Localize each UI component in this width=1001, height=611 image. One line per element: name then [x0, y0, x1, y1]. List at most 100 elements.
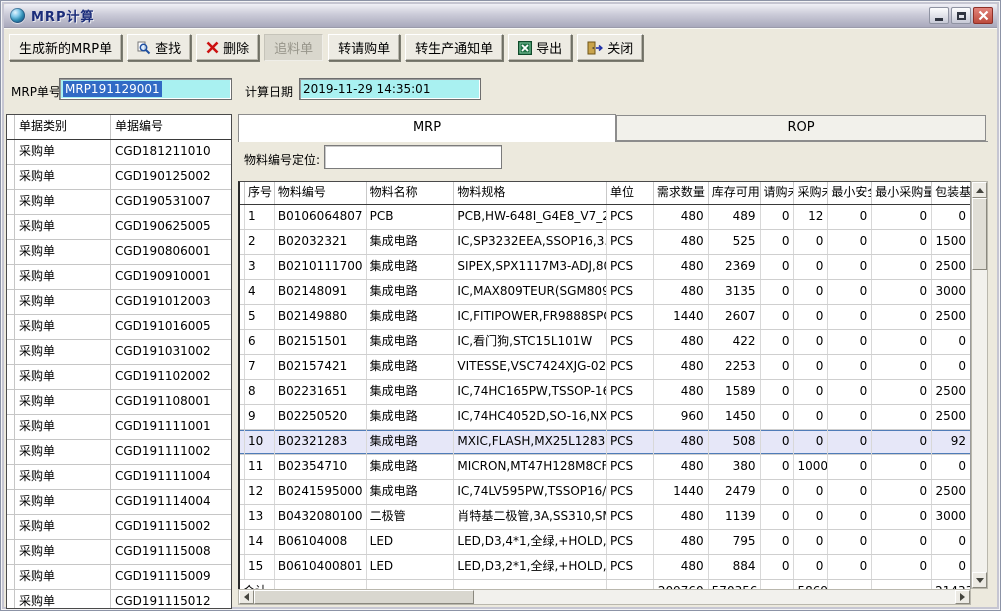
order-row[interactable]: 采购单CGD191108001: [7, 390, 231, 415]
grid-cell: 0: [794, 480, 828, 504]
table-row[interactable]: 1B0106064807PCBPCB,HW-648I_G4E8_V7_2PCS4…: [240, 205, 970, 230]
grid-cell: 0: [761, 230, 795, 254]
grid-header-cell[interactable]: 物料名称: [367, 182, 455, 204]
grid-cell: LED: [367, 530, 455, 554]
order-no-cell: CGD191102002: [111, 365, 229, 389]
order-type-cell: 采购单: [15, 265, 111, 289]
grid-header-cell[interactable]: 最小安全量: [828, 182, 872, 204]
grid-header-cell[interactable]: 请购未到: [761, 182, 795, 204]
export-button[interactable]: 导出: [508, 34, 572, 61]
grid-cell: 0: [872, 330, 932, 354]
grid-cell: 集成电路: [367, 355, 455, 379]
grid-cell: PCB,HW-648I_G4E8_V7_2: [454, 205, 607, 229]
generate-new-mrp-button[interactable]: 生成新的MRP单: [9, 34, 122, 61]
grid-header-cell[interactable]: 最小采购量: [872, 182, 932, 204]
minimize-button[interactable]: [929, 7, 949, 24]
order-row[interactable]: 采购单CGD191115012: [7, 590, 231, 609]
grid-cell: 0: [828, 230, 872, 254]
scroll-right-button[interactable]: [955, 590, 970, 604]
chase-material-button: 追料单: [264, 34, 323, 61]
order-row[interactable]: 采购单CGD191016005: [7, 315, 231, 340]
horizontal-scroll-thumb[interactable]: [254, 590, 474, 604]
calc-date-input[interactable]: 2019-11-29 14:35:01: [299, 78, 481, 100]
mrp-no-input[interactable]: MRP191129001: [59, 78, 232, 100]
order-row[interactable]: 采购单CGD191111004: [7, 465, 231, 490]
to-purchase-request-button[interactable]: 转请购单: [328, 34, 400, 61]
order-row[interactable]: 采购单CGD190806001: [7, 240, 231, 265]
table-row[interactable]: 12B0241595000集成电路IC,74LV595PW,TSSOP16/7P…: [240, 480, 970, 505]
order-row[interactable]: 采购单CGD191114004: [7, 490, 231, 515]
grid-cell: 0: [761, 555, 795, 579]
table-row[interactable]: 6B02151501集成电路IC,看门狗,STC15L101WPCS480422…: [240, 330, 970, 355]
grid-header-cell[interactable]: 物料规格: [454, 182, 607, 204]
grid-cell: 480: [654, 380, 709, 404]
order-row[interactable]: 采购单CGD191031002: [7, 340, 231, 365]
grid-cell: 214330: [932, 580, 970, 589]
table-row[interactable]: 9B02250520集成电路IC,74HC4052D,SO-16,NXPPCS9…: [240, 405, 970, 430]
grid-cell: 0: [872, 455, 932, 479]
scroll-down-button[interactable]: [972, 572, 987, 588]
order-row[interactable]: 采购单CGD191111002: [7, 440, 231, 465]
table-row[interactable]: 14B06104008LEDLED,D3,4*1,全绿,+HOLD,DPCS48…: [240, 530, 970, 555]
order-row[interactable]: 采购单CGD190125002: [7, 165, 231, 190]
table-row[interactable]: 7B02157421集成电路VITESSE,VSC7424XJG-02,PCS4…: [240, 355, 970, 380]
grid-cell: 0: [761, 280, 795, 304]
grid-header-cell[interactable]: 单位: [607, 182, 654, 204]
grid-cell: 1139: [709, 505, 761, 529]
grid-cell: 0: [794, 505, 828, 529]
to-production-notice-button[interactable]: 转生产通知单: [405, 34, 503, 61]
order-row[interactable]: 采购单CGD191012003: [7, 290, 231, 315]
material-locator-input[interactable]: [324, 145, 502, 169]
table-row[interactable]: 10B02321283集成电路MXIC,FLASH,MX25L12835FPCS…: [240, 430, 970, 455]
horizontal-scrollbar[interactable]: [238, 589, 971, 605]
window-title: MRP计算: [31, 6, 94, 25]
order-row[interactable]: 采购单CGD191115009: [7, 565, 231, 590]
scroll-left-button[interactable]: [239, 590, 254, 604]
order-row[interactable]: 采购单CGD191115008: [7, 540, 231, 565]
order-row[interactable]: 采购单CGD191102002: [7, 365, 231, 390]
grid-cell: 集成电路: [367, 480, 455, 504]
order-no-cell: CGD191115002: [111, 515, 229, 539]
grid-header-cell[interactable]: 物料编号: [275, 182, 367, 204]
grid-header-cell[interactable]: 库存可用量: [709, 182, 761, 204]
table-row[interactable]: 13B0432080100二极管肖特基二极管,3A,SS310,SMPCS480…: [240, 505, 970, 530]
close-window-button[interactable]: 关闭: [577, 34, 643, 61]
scroll-up-button[interactable]: [972, 182, 987, 198]
grid-cell: PCS: [607, 530, 654, 554]
grid-cell: 0: [794, 380, 828, 404]
tab-mrp[interactable]: MRP: [238, 114, 616, 142]
grid-header-cell[interactable]: 序号: [245, 182, 275, 204]
table-row[interactable]: 2B02032321集成电路IC,SP3232EEA,SSOP16,3.0PCS…: [240, 230, 970, 255]
order-row[interactable]: 采购单CGD190531007: [7, 190, 231, 215]
table-row[interactable]: 15B0610400801LEDLED,D3,2*1,全绿,+HOLD,DPCS…: [240, 555, 970, 580]
grid-cell: [761, 580, 795, 589]
table-row[interactable]: 11B02354710集成电路MICRON,MT47H128M8CF-PCS48…: [240, 455, 970, 480]
grid-header-cell[interactable]: 采购未到: [794, 182, 828, 204]
grid-cell: 0: [761, 255, 795, 279]
order-list-panel: 单据类别 单据编号 采购单CGD181211010采购单CGD190125002…: [6, 114, 232, 609]
close-button[interactable]: [973, 7, 993, 24]
vertical-scrollbar[interactable]: [971, 181, 988, 589]
order-row[interactable]: 采购单CGD190625005: [7, 215, 231, 240]
table-row[interactable]: 3B0210111700集成电路SIPEX,SPX1117M3-ADJ,80PC…: [240, 255, 970, 280]
grid-cell: 525: [709, 230, 761, 254]
order-row[interactable]: 采购单CGD181211010: [7, 140, 231, 165]
grid-cell: 1440: [654, 305, 709, 329]
grid-header-cell[interactable]: 需求数量: [654, 182, 709, 204]
vertical-scroll-thumb[interactable]: [972, 198, 987, 270]
order-row[interactable]: 采购单CGD190910001: [7, 265, 231, 290]
find-button[interactable]: 查找: [127, 34, 191, 61]
tab-rop[interactable]: ROP: [616, 115, 986, 141]
maximize-button[interactable]: [951, 7, 971, 24]
delete-button[interactable]: 删除: [196, 34, 259, 61]
grid-header-cell[interactable]: 包装基数: [932, 182, 970, 204]
grid-cell: [454, 580, 607, 589]
table-row[interactable]: 5B02149880集成电路IC,FITIPOWER,FR9888SPCPCS1…: [240, 305, 970, 330]
grid-cell: MICRON,MT47H128M8CF-: [454, 455, 607, 479]
grid-cell: 0: [828, 530, 872, 554]
table-row[interactable]: 8B02231651集成电路IC,74HC165PW,TSSOP-16PCS48…: [240, 380, 970, 405]
row-marker: [7, 340, 15, 364]
table-row[interactable]: 4B02148091集成电路IC,MAX809TEUR(SGM809-PCS48…: [240, 280, 970, 305]
order-row[interactable]: 采购单CGD191111001: [7, 415, 231, 440]
order-row[interactable]: 采购单CGD191115002: [7, 515, 231, 540]
